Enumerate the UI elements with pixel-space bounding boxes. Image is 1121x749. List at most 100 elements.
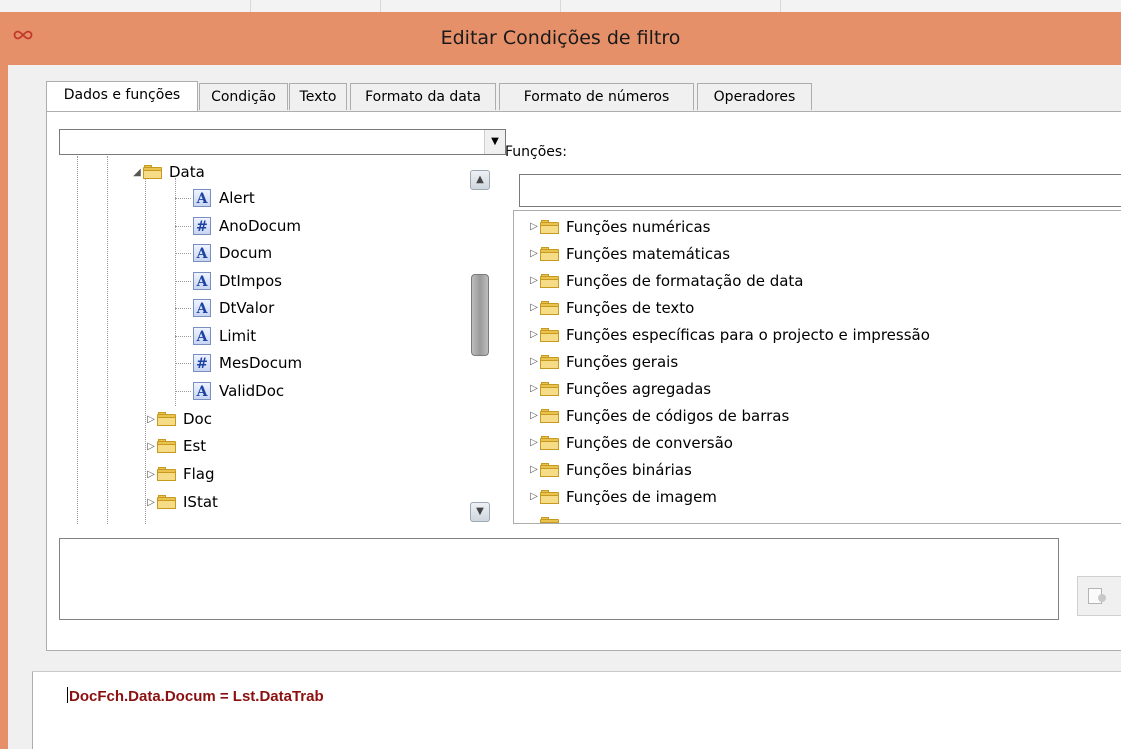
scroll-up-icon[interactable]: ▲ [470,170,490,190]
text-field-icon: A [193,299,211,317]
folder-icon [540,300,560,315]
tab-formato-de-numeros[interactable]: Formato de números [499,83,694,110]
function-group-conversao[interactable]: ▷ Funções de conversão [528,429,733,456]
dialog-window: Editar Condições de filtro Dados e funçõ… [0,12,1121,749]
function-group-gerais[interactable]: ▷ Funções gerais [528,348,678,375]
data-tree[interactable]: ◢ Data A Alert # AnoDocum A Docum A DtIm… [75,156,495,524]
tree-folder-data[interactable]: ◢ Data [131,159,205,185]
expand-arrow-icon[interactable]: ▷ [528,248,540,259]
collapse-arrow-icon[interactable]: ◢ [131,167,143,178]
dropdown-arrow-icon[interactable]: ▼ [484,130,505,154]
tree-field-dtvalor[interactable]: A DtValor [193,295,274,321]
tree-folder-flag[interactable]: ▷ Flag [145,461,214,487]
tree-branch-line [175,253,191,254]
folder-icon [540,462,560,477]
tree-field-mesdocum[interactable]: # MesDocum [193,350,302,376]
expand-arrow-icon[interactable]: ▷ [528,221,540,232]
folder-icon [540,489,560,504]
tree-field-docum[interactable]: A Docum [193,240,272,266]
expand-arrow-icon[interactable]: ▷ [528,356,540,367]
tree-scrollbar[interactable]: ▲ ▼ [469,170,491,524]
function-group-label: Funções de imagem [566,487,717,506]
insert-button[interactable] [1077,576,1121,616]
expand-arrow-icon[interactable]: ▷ [528,383,540,394]
tree-folder-label: Est [183,437,207,455]
function-group-label: Funções binárias [566,460,692,479]
insert-arrow-icon [1098,594,1106,602]
tab-texto[interactable]: Texto [289,83,347,110]
folder-icon [157,412,177,426]
expand-arrow-icon[interactable]: ▷ [528,302,540,313]
folder-icon [540,435,560,450]
tree-field-validdoc[interactable]: A ValidDoc [193,378,284,404]
tree-field-anodocum[interactable]: # AnoDocum [193,213,301,239]
function-group-agregadas[interactable]: ▷ Funções agregadas [528,375,711,402]
folder-icon [540,408,560,423]
text-caret [67,687,68,703]
function-group-matematicas[interactable]: ▷ Funções matemáticas [528,240,730,267]
function-group-codigos-barras[interactable]: ▷ Funções de códigos de barras [528,402,789,429]
tab-formato-da-data[interactable]: Formato da data [350,83,496,110]
expand-arrow-icon[interactable]: ▷ [528,275,540,286]
function-group-imagem[interactable]: ▷ Funções de imagem [528,483,717,510]
tree-field-dtimpos[interactable]: A DtImpos [193,268,282,294]
tree-folder-doc[interactable]: ▷ Doc [145,406,212,432]
expand-arrow-icon[interactable]: ▷ [145,469,157,480]
functions-tree[interactable]: ▷ Funções numéricas ▷ Funções matemática… [513,210,1121,524]
tab-panel-dados-e-funcoes: ▼ ◢ Data A Alert # AnoDocum A Docum A Dt… [46,111,1121,651]
folder-icon [540,219,560,234]
expand-arrow-icon[interactable]: ▷ [528,491,540,502]
tree-field-label: ValidDoc [219,382,285,400]
expand-arrow-icon[interactable]: ▷ [528,329,540,340]
tree-folder-label: Doc [183,410,212,428]
functions-search-input[interactable] [519,174,1121,207]
function-group-label: Funções específicas para o projecto e im… [566,325,930,344]
title-bar[interactable]: Editar Condições de filtro [0,12,1121,65]
scroll-down-icon[interactable]: ▼ [470,502,490,522]
window-title: Editar Condições de filtro [440,27,681,49]
tree-branch-line [175,363,191,364]
tree-folder-label: IStat [183,493,218,511]
tree-field-alert[interactable]: A Alert [193,185,255,211]
tree-branch-line [175,308,191,309]
tree-field-label: Limit [219,327,257,345]
scrollbar-thumb[interactable] [471,274,489,356]
expand-arrow-icon[interactable]: ▷ [528,464,540,475]
function-group-label: Funções matemáticas [566,244,731,263]
text-field-icon: A [193,272,211,290]
folder-icon [540,273,560,288]
tree-folder-est[interactable]: ▷ Est [145,433,206,459]
function-group-label: Funções gerais [566,352,679,371]
number-field-icon: # [193,354,211,372]
function-group-numericas[interactable]: ▷ Funções numéricas [528,213,710,240]
tree-guide-line [77,156,78,524]
function-group-binarias[interactable]: ▷ Funções binárias [528,456,692,483]
tab-condicao[interactable]: Condição [199,83,288,110]
expand-arrow-icon[interactable]: ▷ [145,497,157,508]
text-field-icon: A [193,189,211,207]
data-source-combo[interactable]: ▼ [59,129,506,155]
text-field-icon: A [193,244,211,262]
tree-field-label: AnoDocum [219,217,302,235]
expand-arrow-icon[interactable]: ▷ [145,414,157,425]
expand-arrow-icon[interactable]: ▷ [528,437,540,448]
tree-folder-label: Data [169,163,205,181]
condition-editor[interactable]: DocFch.Data.Docum = Lst.DataTrab [32,672,1121,749]
folder-icon [157,439,177,453]
tree-branch-line [175,391,191,392]
expand-arrow-icon[interactable]: ▷ [145,441,157,452]
expand-arrow-icon[interactable]: ▷ [528,410,540,421]
tab-operadores[interactable]: Operadores [697,83,812,110]
tree-branch-line [175,198,191,199]
function-group-projecto-impressao[interactable]: ▷ Funções específicas para o projecto e … [528,321,930,348]
function-group-formatacao-data[interactable]: ▷ Funções de formatação de data [528,267,803,294]
folder-icon [540,354,560,369]
tree-field-limit[interactable]: A Limit [193,323,256,349]
function-group-texto[interactable]: ▷ Funções de texto [528,294,694,321]
expression-preview-box[interactable] [59,538,1059,620]
functions-label: Funções: [505,144,567,160]
tree-folder-istat[interactable]: ▷ IStat [145,489,218,515]
tab-dados-e-funcoes[interactable]: Dados e funções [46,81,198,111]
function-group-label: Funções de texto [566,298,695,317]
folder-icon [143,165,163,179]
